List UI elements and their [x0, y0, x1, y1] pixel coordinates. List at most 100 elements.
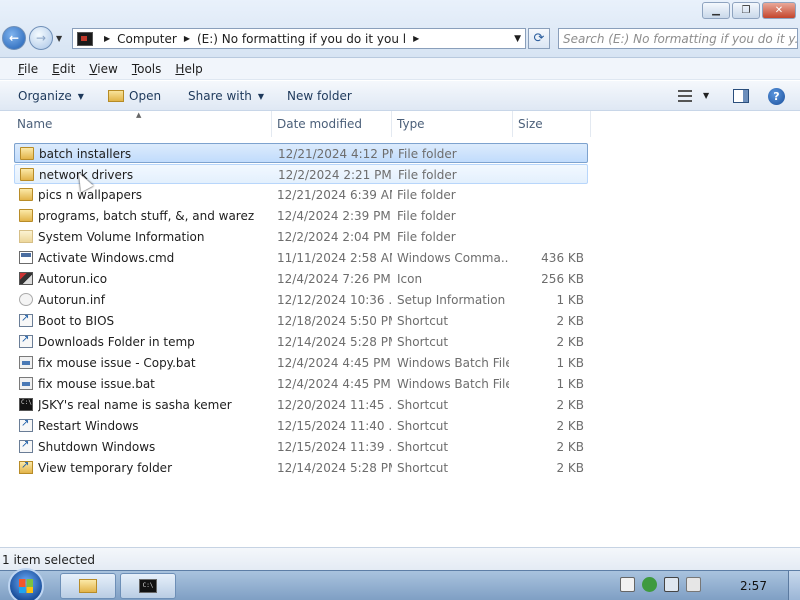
file-type: File folder [398, 147, 457, 161]
shortcut-icon [19, 418, 33, 432]
clock[interactable]: 2:57 [740, 579, 767, 593]
volume-muted-icon[interactable] [686, 577, 701, 592]
file-row[interactable]: View temporary folder 12/14/2024 5:28 PM S… [14, 458, 588, 478]
folder-icon [20, 147, 34, 160]
file-size: 2 KB [556, 440, 584, 454]
file-row[interactable]: Restart Windows 12/15/2024 11:40 ... Short… [14, 416, 588, 436]
file-type: Icon [397, 272, 423, 286]
file-row[interactable]: Autorun.ico 12/4/2024 7:26 PM Icon 256 KB [14, 269, 588, 289]
file-date-modified: 12/18/2024 5:50 PM [277, 314, 392, 328]
menu-tools[interactable]: Tools [132, 62, 162, 76]
file-name: Autorun.ico [38, 272, 108, 286]
file-name: Restart Windows [38, 419, 139, 433]
drive-icon [77, 31, 93, 46]
refresh-icon: ⟳ [533, 31, 545, 46]
menu-file[interactable]: File [18, 62, 38, 76]
breadcrumb-separator-icon[interactable]: ▶ [184, 34, 190, 43]
new-folder-button[interactable]: New folder [287, 89, 352, 103]
menu-view[interactable]: View [89, 62, 117, 76]
file-row[interactable]: Shutdown Windows 12/15/2024 11:39 ... Shor… [14, 437, 588, 457]
column-header-type[interactable]: Type [392, 111, 513, 137]
new-folder-label: New folder [287, 89, 352, 103]
start-button[interactable] [8, 568, 44, 600]
view-options-dropdown-icon[interactable]: ▼ [703, 91, 709, 100]
file-type: Windows Batch File [397, 356, 509, 370]
file-date-modified: 12/2/2024 2:04 PM [277, 230, 391, 244]
file-name: System Volume Information [38, 230, 205, 244]
breadcrumb-separator-icon[interactable]: ▶ [413, 34, 419, 43]
recent-pages-dropdown-icon[interactable]: ▼ [56, 34, 62, 43]
sort-ascending-icon: ▲ [136, 111, 142, 119]
close-button[interactable]: ✕ [762, 2, 796, 19]
file-size: 2 KB [556, 335, 584, 349]
ico-file-icon [19, 272, 33, 285]
breadcrumb-computer[interactable]: Computer [117, 32, 177, 46]
file-row[interactable]: Downloads Folder in temp 12/14/2024 5:28 … [14, 332, 588, 352]
file-row[interactable]: Activate Windows.cmd 11/11/2024 2:58 AM Wi… [14, 248, 588, 268]
preview-pane-icon[interactable] [733, 89, 749, 103]
column-header-size[interactable]: Size [513, 111, 591, 137]
file-row[interactable]: programs, batch stuff, &, and warez 12/4/… [14, 206, 588, 226]
file-row[interactable]: Boot to BIOS 12/18/2024 5:50 PM Shortcut 2 … [14, 311, 588, 331]
file-row[interactable]: network drivers 12/2/2024 2:21 PM File fol… [14, 164, 588, 184]
minimize-button[interactable]: ▁ [702, 2, 730, 19]
file-row[interactable]: JSKY's real name is sasha kemer 12/20/202… [14, 395, 588, 415]
breadcrumb-drive[interactable]: (E:) No formatting if you do it you l [197, 32, 406, 46]
menu-edit[interactable]: Edit [52, 62, 75, 76]
file-row[interactable]: fix mouse issue - Copy.bat 12/4/2024 4:45… [14, 353, 588, 373]
system-folder-icon [19, 230, 33, 243]
search-input[interactable]: Search (E:) No formatting if you do it y… [558, 28, 798, 49]
system-tray [620, 577, 701, 592]
menu-help[interactable]: Help [175, 62, 202, 76]
file-name: Activate Windows.cmd [38, 251, 175, 265]
change-view-icon[interactable] [678, 90, 692, 102]
maximize-button[interactable]: ❐ [732, 2, 760, 19]
back-button[interactable]: ← [2, 26, 26, 50]
refresh-button[interactable]: ⟳ [528, 28, 550, 49]
network-icon[interactable] [664, 577, 679, 592]
file-type: File folder [397, 188, 456, 202]
file-date-modified: 12/14/2024 5:28 PM [277, 461, 392, 475]
open-button[interactable]: Open [108, 89, 161, 103]
chevron-down-icon: ▼ [77, 91, 84, 101]
help-icon[interactable]: ? [768, 88, 785, 105]
title-bar: ▁ ❐ ✕ ← → ▼ ▶ Computer ▶ (E:) No formatt… [0, 0, 800, 58]
address-bar[interactable]: ▶ Computer ▶ (E:) No formatting if you d… [72, 28, 526, 49]
show-desktop-button[interactable] [788, 571, 800, 600]
clipboard-icon[interactable] [620, 577, 635, 592]
file-name: fix mouse issue - Copy.bat [38, 356, 196, 370]
file-date-modified: 12/15/2024 11:40 ... [277, 419, 392, 433]
file-size: 1 KB [556, 356, 584, 370]
file-name: Autorun.inf [38, 293, 105, 307]
organize-button[interactable]: Organize ▼ [18, 89, 84, 103]
command-bar: Organize ▼ Open Share with ▼ New folder ▼ … [0, 81, 800, 111]
file-row[interactable]: pics n wallpapers 12/21/2024 6:39 AM File … [14, 185, 588, 205]
bat-file-icon [19, 356, 33, 369]
forward-button[interactable]: → [29, 26, 53, 50]
taskbar-explorer-button[interactable] [60, 573, 116, 599]
file-row[interactable]: Autorun.inf 12/12/2024 10:36 ... Setup Inf… [14, 290, 588, 310]
file-type: Windows Batch File [397, 377, 509, 391]
console-shortcut-icon [19, 398, 33, 411]
action-center-icon[interactable] [642, 577, 657, 592]
file-name: programs, batch stuff, &, and warez [38, 209, 255, 223]
folder-icon [20, 168, 34, 181]
file-row[interactable]: batch installers 12/21/2024 4:12 PM File f… [14, 143, 588, 163]
taskbar-console-button[interactable]: C:\ [120, 573, 176, 599]
share-with-button[interactable]: Share with ▼ [188, 89, 264, 103]
selection-status: 1 item selected [2, 553, 96, 567]
column-header-date-modified[interactable]: Date modified [272, 111, 392, 137]
column-header-name[interactable]: Name [12, 111, 272, 137]
share-with-label: Share with [188, 89, 252, 103]
cmd-file-icon [19, 251, 33, 264]
file-type: Shortcut [397, 419, 449, 433]
file-date-modified: 12/14/2024 5:28 PM [277, 335, 392, 349]
file-date-modified: 12/15/2024 11:39 ... [277, 440, 392, 454]
file-name: View temporary folder [38, 461, 172, 475]
file-row[interactable]: System Volume Information 12/2/2024 2:04 … [14, 227, 588, 247]
address-dropdown-icon[interactable]: ▼ [514, 34, 521, 44]
breadcrumb-separator-icon[interactable]: ▶ [104, 34, 110, 43]
file-row[interactable]: fix mouse issue.bat 12/4/2024 4:45 PM Wind… [14, 374, 588, 394]
file-size: 2 KB [556, 461, 584, 475]
file-type: Shortcut [397, 335, 449, 349]
